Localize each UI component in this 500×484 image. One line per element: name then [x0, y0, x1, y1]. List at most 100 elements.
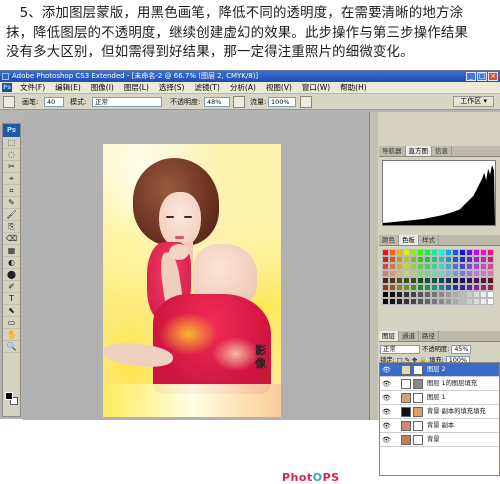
color-swatch[interactable]: [389, 277, 396, 284]
color-swatch[interactable]: [382, 263, 389, 270]
color-swatch[interactable]: [480, 277, 487, 284]
color-swatch[interactable]: [403, 263, 410, 270]
color-swatch[interactable]: [452, 256, 459, 263]
color-swatch[interactable]: [466, 263, 473, 270]
color-swatch[interactable]: [445, 298, 452, 305]
color-swatch[interactable]: [466, 298, 473, 305]
menu-analysis[interactable]: 分析(A): [225, 82, 261, 94]
color-swatch[interactable]: [466, 256, 473, 263]
color-swatch[interactable]: [438, 256, 445, 263]
color-swatch[interactable]: [424, 291, 431, 298]
color-swatch[interactable]: [396, 284, 403, 291]
color-swatch[interactable]: [452, 277, 459, 284]
color-swatch[interactable]: [410, 256, 417, 263]
color-swatch[interactable]: [424, 284, 431, 291]
color-swatch[interactable]: [452, 249, 459, 256]
layer-visibility-eye-icon[interactable]: 👁: [382, 433, 391, 447]
color-swatch[interactable]: [424, 277, 431, 284]
blend-mode-select[interactable]: 正常: [380, 344, 420, 354]
foreground-color-swatch[interactable]: [5, 392, 13, 400]
tab-layers[interactable]: 图层: [379, 331, 399, 341]
color-swatch[interactable]: [473, 263, 480, 270]
eraser-tool-icon[interactable]: ⌫: [3, 233, 20, 245]
color-swatch[interactable]: [438, 284, 445, 291]
color-swatch[interactable]: [445, 249, 452, 256]
color-swatch[interactable]: [396, 270, 403, 277]
color-swatch[interactable]: [424, 263, 431, 270]
color-swatch[interactable]: [389, 298, 396, 305]
color-swatch[interactable]: [459, 298, 466, 305]
color-swatch[interactable]: [417, 298, 424, 305]
color-swatch[interactable]: [389, 256, 396, 263]
color-swatch[interactable]: [466, 277, 473, 284]
color-swatch[interactable]: [417, 284, 424, 291]
color-swatch[interactable]: [459, 263, 466, 270]
color-swatch[interactable]: [487, 249, 494, 256]
color-swatch[interactable]: [459, 270, 466, 277]
color-swatch[interactable]: [396, 249, 403, 256]
color-swatch[interactable]: [403, 298, 410, 305]
color-swatch[interactable]: [452, 298, 459, 305]
color-swatch[interactable]: [480, 249, 487, 256]
color-swatch[interactable]: [389, 249, 396, 256]
layer-visibility-eye-icon[interactable]: 👁: [382, 419, 391, 433]
color-swatch[interactable]: [417, 277, 424, 284]
color-swatch[interactable]: [410, 291, 417, 298]
color-swatch[interactable]: [445, 263, 452, 270]
mode-select[interactable]: 正常: [92, 97, 162, 107]
zoom-tool-icon[interactable]: 🔍: [3, 341, 20, 353]
color-swatch[interactable]: [431, 249, 438, 256]
color-swatch[interactable]: [410, 277, 417, 284]
color-swatch[interactable]: [410, 298, 417, 305]
color-swatch[interactable]: [410, 263, 417, 270]
color-swatch[interactable]: [389, 284, 396, 291]
color-swatch[interactable]: [473, 256, 480, 263]
color-swatch[interactable]: [466, 291, 473, 298]
color-swatch[interactable]: [410, 284, 417, 291]
type-tool-icon[interactable]: T: [3, 293, 20, 305]
color-swatch[interactable]: [438, 249, 445, 256]
color-swatch[interactable]: [438, 291, 445, 298]
color-swatch[interactable]: [487, 256, 494, 263]
dodge-tool-icon[interactable]: ◐: [3, 257, 20, 269]
color-swatch[interactable]: [424, 270, 431, 277]
color-swatch[interactable]: [480, 270, 487, 277]
color-swatch[interactable]: [438, 263, 445, 270]
color-swatch[interactable]: [382, 270, 389, 277]
layer-row[interactable]: 👁 图层 1: [380, 391, 499, 405]
tab-paths[interactable]: 路径: [419, 331, 439, 341]
swatches-grid[interactable]: [382, 249, 496, 305]
color-swatch[interactable]: [382, 291, 389, 298]
color-swatch[interactable]: [417, 291, 424, 298]
color-swatch[interactable]: [417, 270, 424, 277]
color-swatch[interactable]: [403, 270, 410, 277]
menu-view[interactable]: 视图(V): [261, 82, 297, 94]
color-swatch[interactable]: [480, 263, 487, 270]
blur-tool-icon[interactable]: ⬤: [3, 269, 20, 281]
color-swatch[interactable]: [431, 256, 438, 263]
pen-tool-icon[interactable]: ✐: [3, 281, 20, 293]
color-swatch[interactable]: [466, 249, 473, 256]
color-swatch[interactable]: [431, 270, 438, 277]
color-swatch[interactable]: [445, 277, 452, 284]
menu-filter[interactable]: 滤镜(T): [190, 82, 225, 94]
color-swatch[interactable]: [438, 270, 445, 277]
path-select-tool-icon[interactable]: ⬉: [3, 305, 20, 317]
layer-row[interactable]: 👁 背景 副本的填充填充: [380, 405, 499, 419]
ps-menu-icon[interactable]: Ps: [2, 83, 12, 92]
color-swatch[interactable]: [389, 263, 396, 270]
menu-window[interactable]: 窗口(W): [297, 82, 335, 94]
tab-navigator[interactable]: 导航器: [379, 146, 406, 156]
flow-input[interactable]: 100%: [268, 97, 296, 107]
color-swatch[interactable]: [480, 284, 487, 291]
color-swatch[interactable]: [431, 298, 438, 305]
hand-tool-icon[interactable]: ✋: [3, 329, 20, 341]
tablet-pressure-icon[interactable]: [300, 96, 312, 108]
menu-file[interactable]: 文件(F): [15, 82, 50, 94]
color-swatch[interactable]: [487, 277, 494, 284]
layer-row[interactable]: 👁 图层 1的图层填充: [380, 377, 499, 391]
workspace-button[interactable]: 工作区 ▾: [453, 96, 494, 107]
color-swatch[interactable]: [424, 298, 431, 305]
color-swatch[interactable]: [487, 284, 494, 291]
color-swatch[interactable]: [480, 291, 487, 298]
